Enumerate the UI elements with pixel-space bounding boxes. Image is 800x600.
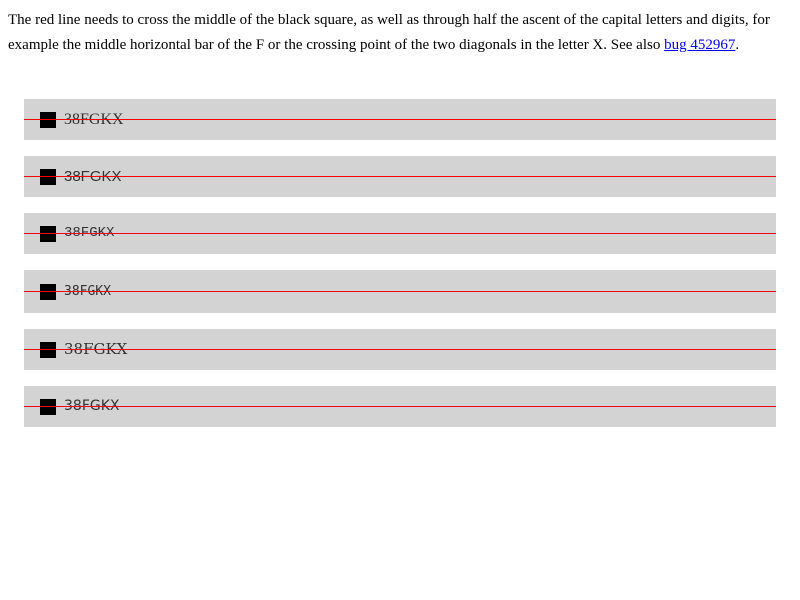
red-line xyxy=(24,291,776,292)
test-row-4: 38FGKX xyxy=(24,270,776,313)
test-row-3: 38FGKX xyxy=(24,213,776,254)
test-row-1: 38FGKX xyxy=(24,99,776,140)
red-line xyxy=(24,119,776,120)
test-row-2: 38FGKX xyxy=(24,156,776,197)
black-square xyxy=(40,284,56,300)
test-row-6: 38FGKX xyxy=(24,386,776,427)
bug-link[interactable]: bug 452967 xyxy=(664,37,735,53)
black-square xyxy=(40,399,56,415)
red-line xyxy=(24,406,776,407)
red-line xyxy=(24,349,776,350)
intro-text: The red line needs to cross the middle o… xyxy=(8,12,770,53)
test-row-5: 38FGKX xyxy=(24,329,776,370)
intro-end: . xyxy=(735,37,740,53)
black-square xyxy=(40,342,56,358)
red-line xyxy=(24,176,776,177)
black-square xyxy=(40,169,56,185)
intro-paragraph: The red line needs to cross the middle o… xyxy=(8,8,778,58)
black-square xyxy=(40,112,56,128)
black-square xyxy=(40,226,56,242)
red-line xyxy=(24,233,776,234)
